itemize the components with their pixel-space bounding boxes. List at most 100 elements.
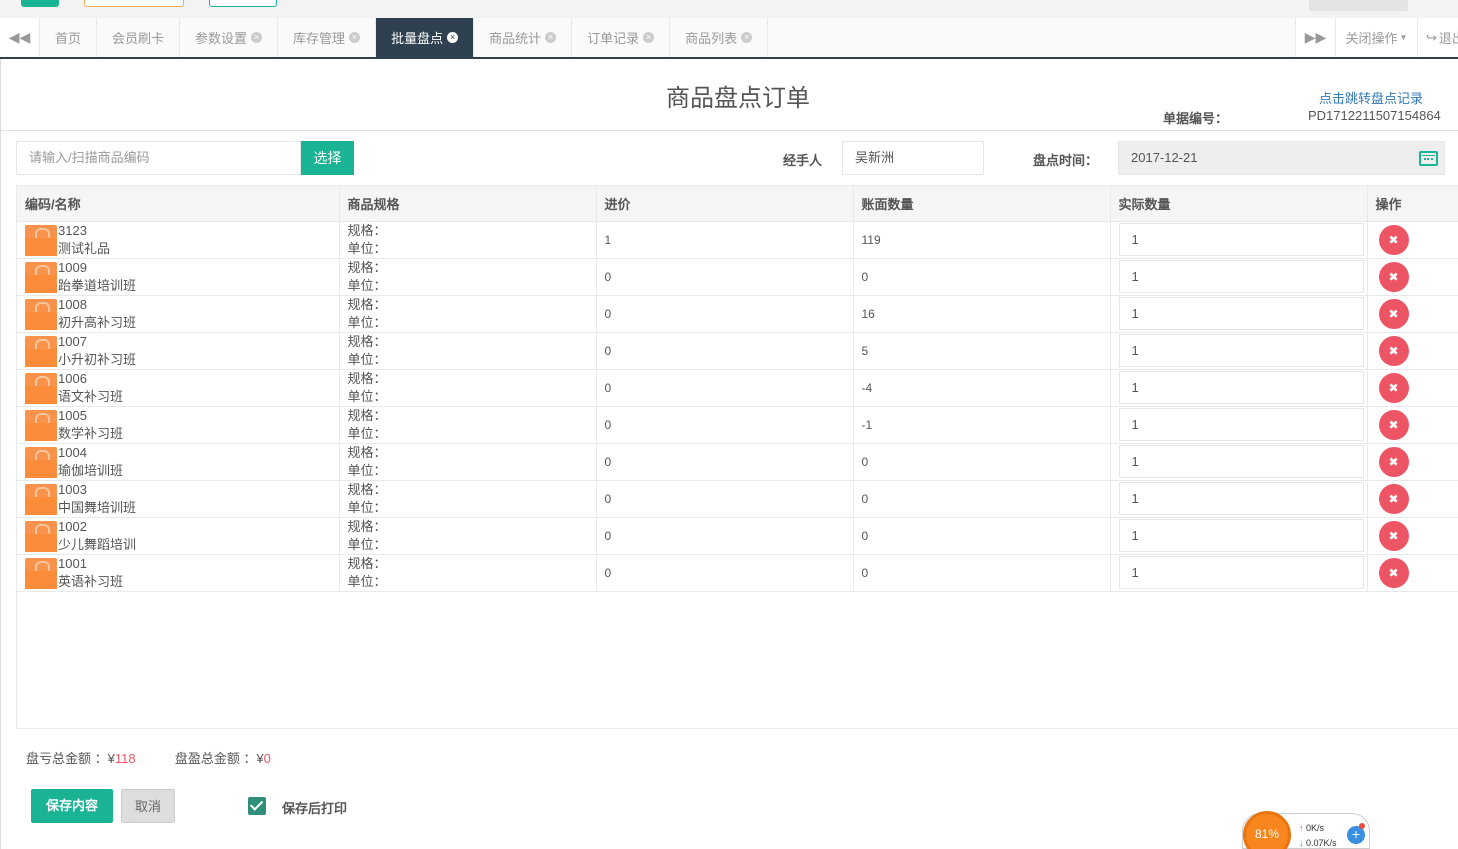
delete-row-icon[interactable]: ✖ — [1378, 520, 1409, 551]
code-name-cell: 1006 语文补习班 — [17, 369, 340, 407]
divider — [0, 130, 1458, 131]
code-name-cell: 1002 少儿舞蹈培训 — [17, 517, 340, 555]
actual-qty-cell: 1 — [1110, 332, 1368, 370]
arrow-up-icon: ↑ — [1299, 823, 1304, 833]
loss-total-label: 盘亏总金额 ：¥ — [26, 751, 115, 766]
gain-total-value: 0 — [263, 751, 271, 766]
code-name-cell: 1003 中国舞培训班 — [17, 480, 340, 518]
tab-item[interactable]: 首页 — [40, 18, 98, 57]
spec-cell: 规格： 单位： — [339, 295, 597, 333]
product-thumbnail — [25, 446, 57, 478]
product-thumbnail — [25, 335, 57, 367]
product-code: 1006 — [58, 370, 87, 386]
delete-row-icon[interactable]: ✖ — [1378, 557, 1409, 588]
top-button-orange[interactable] — [84, 0, 184, 7]
network-speed-widget[interactable]: 81% ↑ 0K/s ↓ 0.07K/s + — [1242, 811, 1370, 849]
tab-label: 库存管理 — [293, 31, 346, 46]
product-thumbnail — [25, 520, 57, 552]
stocktake-date-input[interactable]: 2017-12-21 — [1118, 141, 1445, 175]
actual-qty-input[interactable]: 1 — [1118, 334, 1364, 367]
tab-close-icon[interactable]: × — [643, 32, 655, 43]
tab-item[interactable]: 批量盘点 × — [376, 18, 475, 57]
tab-close-icon[interactable]: × — [741, 32, 753, 43]
stocktake-date-label: 盘点时间： — [1033, 153, 1099, 168]
jump-to-records-link[interactable]: 点击跳转盘点记录 — [1319, 88, 1423, 107]
unit-label: 单位： — [347, 536, 387, 552]
tab-item[interactable]: 会员刷卡 — [97, 18, 181, 57]
actual-qty-input[interactable]: 1 — [1118, 482, 1364, 515]
product-code-search-input[interactable]: 请输入/扫描商品编码 — [16, 141, 301, 175]
actual-qty-input[interactable]: 1 — [1118, 519, 1364, 552]
actual-qty-cell: 1 — [1110, 295, 1368, 333]
top-button-gray[interactable] — [1309, 0, 1408, 11]
delete-row-icon[interactable]: ✖ — [1378, 298, 1409, 329]
book-qty-cell: 5 — [853, 332, 1111, 370]
price-cell: 0 — [596, 443, 854, 481]
actual-qty-cell: 1 — [1110, 517, 1368, 555]
download-speed: ↓ 0.07K/s — [1299, 838, 1337, 848]
column-header: 操作 — [1367, 186, 1458, 222]
tab-item[interactable]: 商品统计 × — [474, 18, 573, 57]
save-button[interactable]: 保存内容 — [31, 789, 113, 823]
actual-qty-input[interactable]: 1 — [1118, 408, 1364, 441]
loss-total-value: 118 — [114, 751, 136, 766]
handler-input[interactable]: 吴新洲 — [842, 141, 984, 175]
caret-down-icon: ▼ — [1399, 33, 1408, 42]
spec-cell: 规格： 单位： — [339, 517, 597, 555]
actual-qty-input[interactable]: 1 — [1118, 223, 1364, 256]
tab-item[interactable]: 订单记录 × — [572, 18, 671, 57]
tab-item[interactable]: 商品列表 × — [670, 18, 769, 57]
stocktake-table: 编码/名称 商品规格 进价 账面数量 实际数量 操作 3123 测试礼品 规格： 单位： 1 119… — [16, 185, 1458, 729]
tab-item[interactable]: 库存管理 × — [278, 18, 377, 57]
delete-row-icon[interactable]: ✖ — [1378, 335, 1409, 366]
product-thumbnail — [25, 298, 57, 330]
delete-row-icon[interactable]: ✖ — [1378, 261, 1409, 292]
book-qty-cell: -4 — [853, 369, 1111, 407]
actual-qty-input[interactable]: 1 — [1118, 556, 1364, 589]
actual-qty-cell: 1 — [1110, 406, 1368, 444]
actual-qty-cell: 1 — [1110, 480, 1368, 518]
actual-qty-input[interactable]: 1 — [1118, 297, 1364, 330]
top-button-outline[interactable] — [209, 0, 277, 7]
actual-qty-input[interactable]: 1 — [1118, 371, 1364, 404]
actual-qty-cell: 1 — [1110, 258, 1368, 296]
tab-close-icon[interactable]: × — [251, 32, 263, 43]
actual-qty-input[interactable]: 1 — [1118, 445, 1364, 478]
cancel-button[interactable]: 取消 — [121, 789, 175, 823]
unit-label: 单位： — [347, 351, 387, 367]
delete-row-icon[interactable]: ✖ — [1378, 483, 1409, 514]
tab-scroll-left-icon[interactable]: ◀◀ — [0, 18, 40, 57]
exit-button[interactable]: ↪退出 — [1417, 18, 1458, 57]
print-after-save-checkbox[interactable] — [248, 797, 266, 815]
delete-row-icon[interactable]: ✖ — [1378, 409, 1409, 440]
unit-label: 单位： — [347, 462, 387, 478]
exit-label: 退出 — [1438, 31, 1458, 46]
date-value: 2017-12-21 — [1131, 150, 1198, 165]
spec-label: 规格： — [347, 518, 387, 534]
spec-label: 规格： — [347, 296, 387, 312]
tab-item[interactable]: 参数设置 × — [180, 18, 279, 57]
actual-qty-input[interactable]: 1 — [1118, 260, 1364, 293]
tab-close-icon[interactable]: × — [545, 32, 557, 43]
spec-cell: 规格： 单位： — [339, 332, 597, 370]
select-button[interactable]: 选择 — [301, 141, 354, 175]
spec-cell: 规格： 单位： — [339, 258, 597, 296]
close-ops-dropdown[interactable]: 关闭操作 ▼ — [1335, 18, 1417, 57]
tab-label: 会员刷卡 — [112, 31, 165, 46]
upload-speed: ↑ 0K/s — [1299, 823, 1324, 833]
delete-row-icon[interactable]: ✖ — [1378, 224, 1409, 255]
calendar-icon[interactable] — [1419, 151, 1438, 166]
column-header: 商品规格 — [339, 186, 597, 222]
spec-cell: 规格： 单位： — [339, 221, 597, 259]
product-name: 测试礼品 — [58, 240, 111, 256]
delete-row-icon[interactable]: ✖ — [1378, 372, 1409, 403]
tab-close-icon[interactable]: × — [447, 32, 459, 43]
spec-cell: 规格： 单位： — [339, 406, 597, 444]
actual-qty-cell: 1 — [1110, 369, 1368, 407]
tab-close-icon[interactable]: × — [349, 32, 361, 43]
top-button-green[interactable] — [21, 0, 59, 7]
gain-total-label: 盘盈总金额 ：¥ — [174, 751, 264, 766]
delete-row-icon[interactable]: ✖ — [1378, 446, 1409, 477]
tab-scroll-right-icon[interactable]: ▶▶ — [1295, 18, 1335, 57]
unit-label: 单位： — [347, 240, 387, 256]
